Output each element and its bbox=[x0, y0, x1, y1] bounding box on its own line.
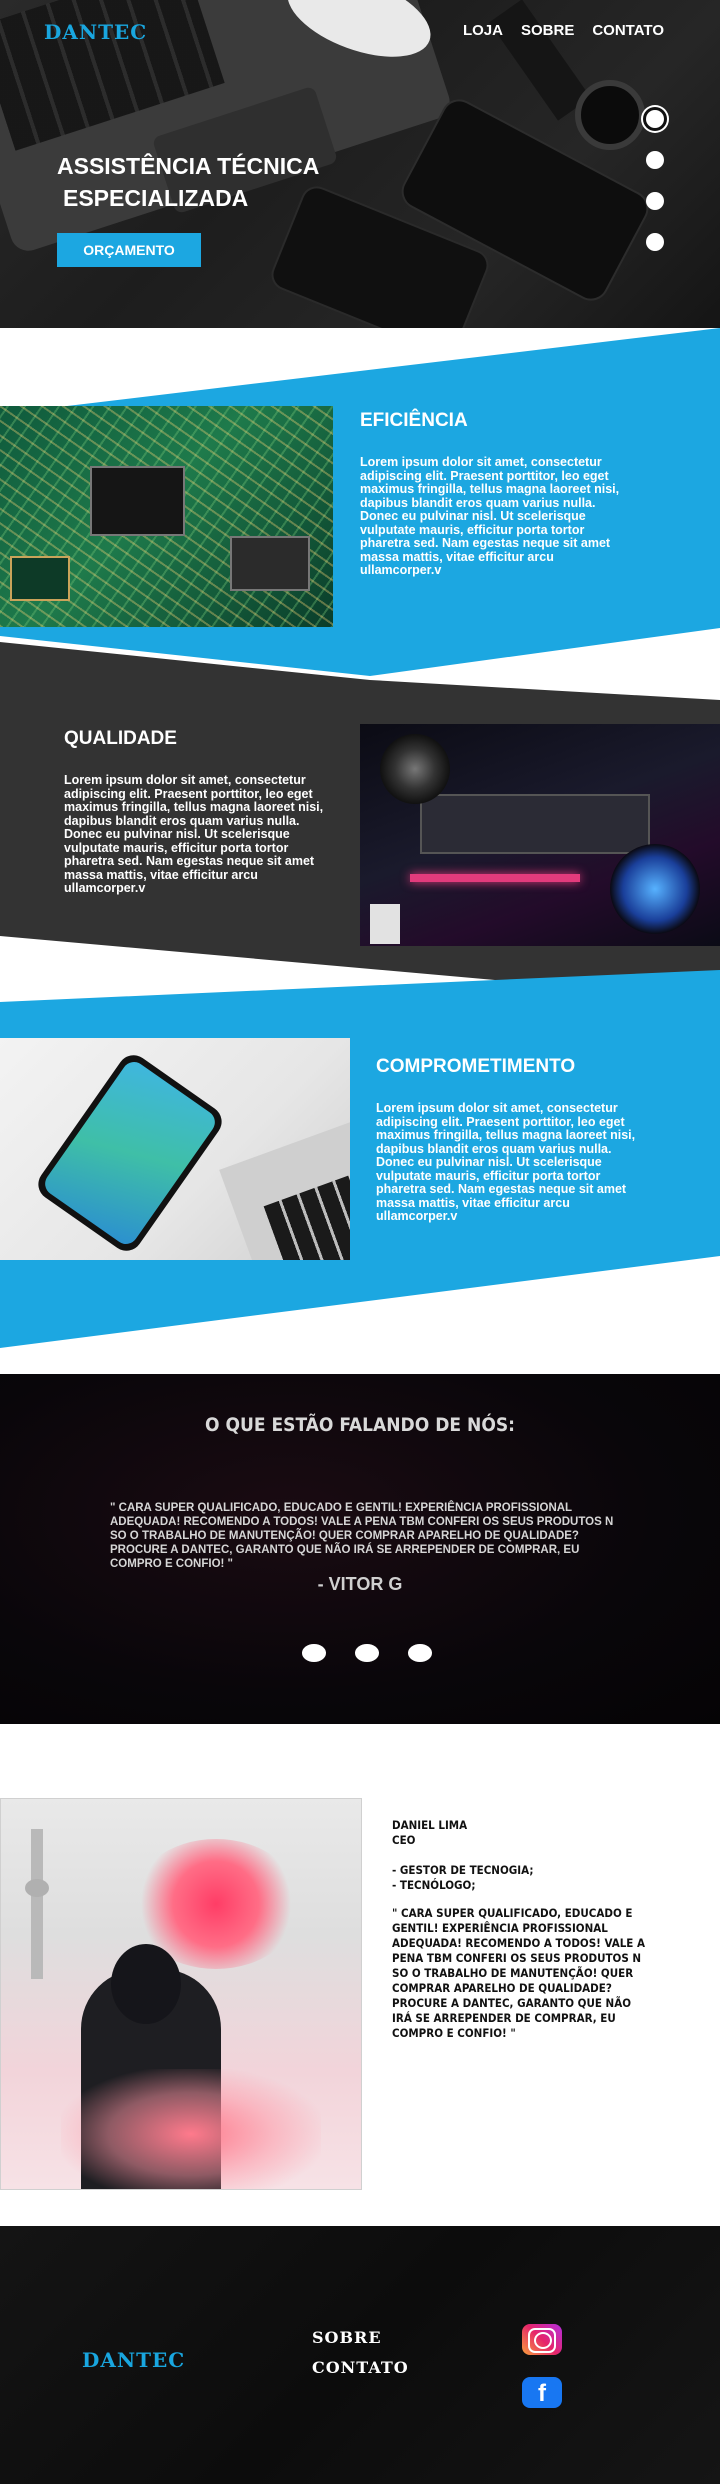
profile-role: CEO bbox=[392, 1833, 416, 1847]
watch-image bbox=[575, 80, 645, 150]
section-text-qualidade: Lorem ipsum dolor sit amet, consectetur … bbox=[64, 773, 324, 895]
nav-sobre[interactable]: SOBRE bbox=[521, 22, 574, 39]
footer-link-sobre[interactable]: SOBRE bbox=[312, 2328, 382, 2347]
profile-quote: " CARA SUPER QUALIFICADO, EDUCADO E GENT… bbox=[392, 1906, 645, 2040]
main-nav: LOJA SOBRE CONTATO bbox=[463, 22, 664, 39]
ram-stick bbox=[370, 904, 400, 944]
section-text-eficiencia: Lorem ipsum dolor sit amet, consectetur … bbox=[360, 455, 620, 577]
phone-body-shape bbox=[32, 1048, 228, 1258]
hero-title-line1: ASSISTÊNCIA TÉCNICA bbox=[57, 153, 320, 179]
testimonial-section: O QUE ESTÃO FALANDO DE NÓS: " CARA SUPER… bbox=[0, 1374, 720, 1724]
slider-dot-3[interactable] bbox=[646, 192, 664, 210]
gpu-pc-image bbox=[360, 724, 720, 946]
slider-dot-4[interactable] bbox=[646, 233, 664, 251]
facebook-glyph: f bbox=[538, 2380, 546, 2407]
profile-name: DANIEL LIMA bbox=[392, 1818, 468, 1832]
hero-banner: DANTEC LOJA SOBRE CONTATO ASSISTÊNCIA TÉ… bbox=[0, 0, 720, 328]
hood-shape bbox=[111, 1944, 181, 2024]
tower-shape bbox=[31, 1829, 43, 1979]
testimonial-author: - VITOR G bbox=[317, 1574, 403, 1594]
chip-shape-3 bbox=[10, 556, 70, 601]
site-logo[interactable]: DANTEC bbox=[44, 20, 147, 44]
testimonial-dot-3[interactable] bbox=[408, 1644, 432, 1662]
section-title-comprometimento: COMPROMETIMENTO bbox=[376, 1056, 576, 1077]
rgb-strip bbox=[410, 874, 580, 882]
hero-title-line2: ESPECIALIZADA bbox=[63, 185, 249, 211]
footer-link-contato[interactable]: CONTATO bbox=[312, 2358, 409, 2377]
orcamento-button[interactable]: ORÇAMENTO bbox=[57, 233, 201, 267]
chip-shape bbox=[90, 466, 185, 536]
testimonial-title: O QUE ESTÃO FALANDO DE NÓS: bbox=[204, 1414, 516, 1436]
testimonial-slider-dots bbox=[302, 1644, 432, 1662]
hero-slider-dots bbox=[646, 110, 664, 251]
pink-smoke-shape bbox=[61, 2069, 321, 2189]
graphics-card-shape bbox=[420, 794, 650, 854]
phone-screen-shape bbox=[40, 1057, 220, 1249]
rgb-fan bbox=[610, 844, 700, 934]
section-title-eficiencia: EFICIÊNCIA bbox=[360, 410, 468, 431]
chip-shape-2 bbox=[230, 536, 310, 591]
hero-title: ASSISTÊNCIA TÉCNICA ESPECIALIZADA bbox=[57, 150, 377, 214]
footer-logo[interactable]: DANTEC bbox=[82, 2348, 185, 2372]
testimonial-quote: " CARA SUPER QUALIFICADO, EDUCADO E GENT… bbox=[110, 1502, 614, 1570]
smartphone-image bbox=[0, 1038, 350, 1260]
footer: DANTEC SOBRE CONTATO f bbox=[0, 2226, 720, 2484]
circuit-board-image bbox=[0, 406, 333, 627]
profile-photo bbox=[0, 1798, 362, 2190]
nav-loja[interactable]: LOJA bbox=[463, 22, 503, 39]
profile-item-1: - GESTOR DE TECNOGIA; bbox=[392, 1863, 534, 1877]
cooler-fan bbox=[380, 734, 450, 804]
section-text-comprometimento: Lorem ipsum dolor sit amet, consectetur … bbox=[376, 1101, 636, 1223]
profile-item-2: - TECNÓLOGO; bbox=[392, 1878, 476, 1892]
slider-dot-1[interactable] bbox=[646, 110, 664, 128]
testimonial-dot-2[interactable] bbox=[355, 1644, 379, 1662]
testimonial-dot-1[interactable] bbox=[302, 1644, 326, 1662]
slider-dot-2[interactable] bbox=[646, 151, 664, 169]
section-title-qualidade: QUALIDADE bbox=[64, 728, 177, 749]
watch-strap-image bbox=[489, 0, 591, 121]
tower-pod-shape bbox=[25, 1879, 49, 1897]
nav-contato[interactable]: CONTATO bbox=[592, 22, 664, 39]
facebook-icon[interactable]: f bbox=[522, 2377, 562, 2408]
instagram-icon[interactable] bbox=[522, 2324, 562, 2355]
